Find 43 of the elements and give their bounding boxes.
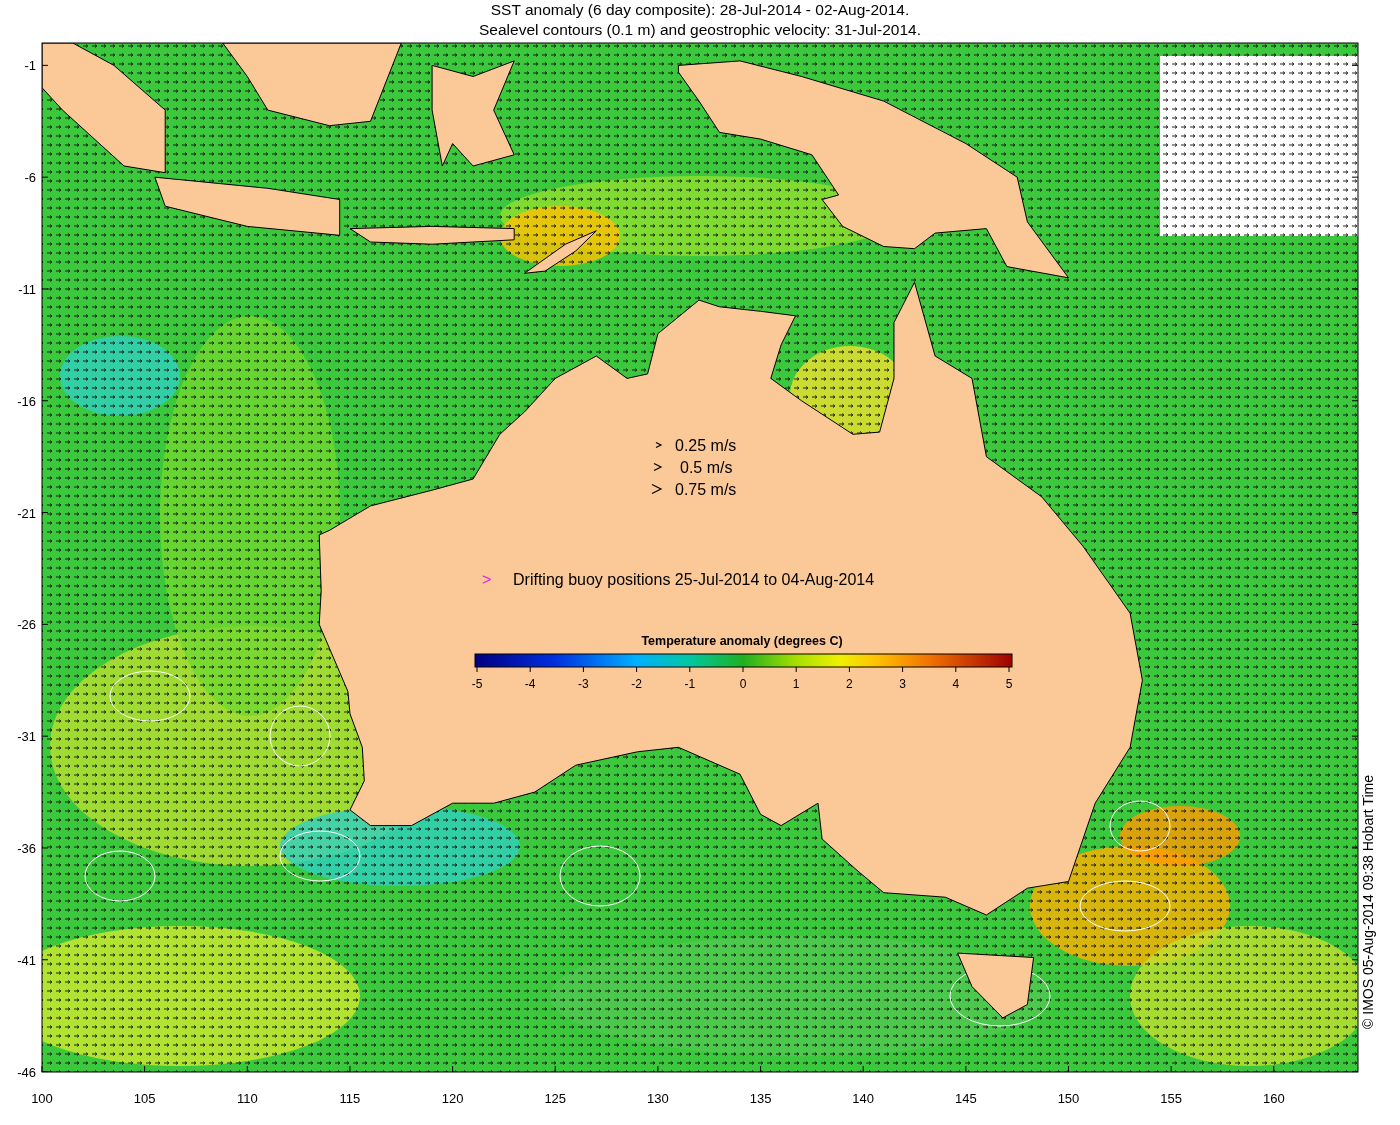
axis-label: -6 (24, 170, 36, 186)
colorbar-tick-label: 2 (846, 677, 853, 691)
colorbar-tick-label: 1 (792, 677, 800, 691)
colorbar-tick-label: 0 (739, 677, 747, 691)
colorbar-tick-label: 4 (952, 677, 960, 691)
colorbar-tick-label: -4 (524, 677, 536, 691)
legend-label: 0.25 m/s (675, 437, 737, 454)
chart-title: Sealevel contours (0.1 m) and geostrophic velocity: 31-Jul-2014. (478, 20, 922, 40)
axis-label: 120 (441, 1091, 464, 1106)
axis-label: -16 (17, 393, 36, 409)
axis-label: -26 (17, 617, 36, 633)
axis-label: 115 (339, 1091, 361, 1106)
axis-label: -21 (17, 505, 36, 521)
axis-label: -46 (17, 1064, 36, 1080)
axis-label: 140 (852, 1091, 875, 1106)
axis-label: 100 (31, 1091, 53, 1106)
colorbar-tick-label: -3 (578, 677, 589, 691)
axis-label: -36 (17, 840, 36, 856)
axis-label: 110 (236, 1091, 258, 1106)
legend-label: 0.75 m/s (675, 481, 737, 498)
axis-label: -41 (17, 952, 36, 968)
axis-label: -31 (17, 729, 36, 745)
axis-label: 145 (955, 1091, 977, 1106)
colorbar-tick-label: -2 (631, 677, 642, 691)
axis-label: 125 (544, 1091, 567, 1106)
axis-label: 150 (1057, 1091, 1080, 1106)
buoy-marker: > (482, 571, 492, 588)
colorbar-tick-label: -1 (684, 677, 696, 691)
axis-label: -1 (24, 58, 36, 74)
axis-label: 155 (1160, 1091, 1182, 1106)
axis-label: 160 (1262, 1091, 1285, 1106)
colorbar-tick-label: -5 (471, 677, 483, 691)
axis-label: 105 (133, 1091, 156, 1106)
credit-text: © IMOS 05-Aug-2014 09:38 Hobart Time (1360, 775, 1376, 1029)
axis-label: 130 (647, 1091, 669, 1106)
legend-label: Drifting buoy positions 25-Jul-2014 to 04-Aug-2014 (513, 571, 875, 588)
legend-label: 0.5 m/s (680, 459, 733, 476)
chart-title: SST anomaly (6 day composite): 28-Jul-2014 - 02-Aug-2014. (489, 0, 911, 20)
colorbar-tick-label: 5 (1005, 677, 1013, 691)
axis-label: 135 (749, 1091, 772, 1106)
colorbar-title: Temperature anomaly (degrees C) (641, 634, 843, 648)
colorbar-tick-label: 3 (899, 677, 906, 691)
axis-label: -11 (18, 281, 36, 297)
